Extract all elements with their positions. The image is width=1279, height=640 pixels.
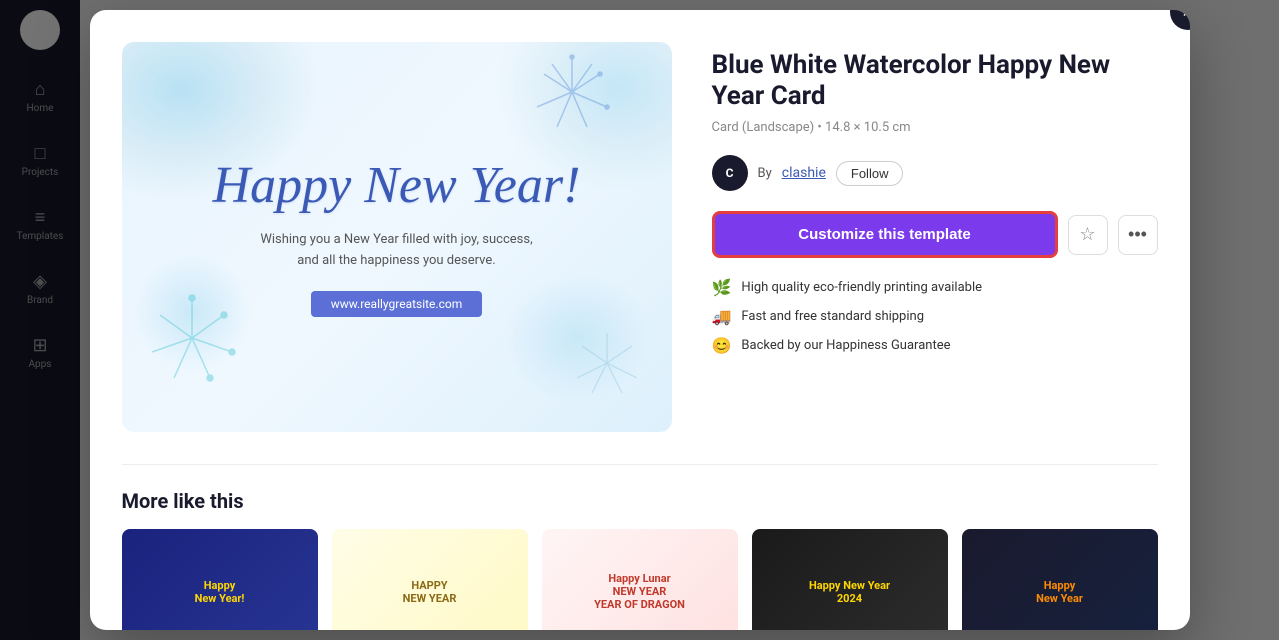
thumbnail-4[interactable]: Happy New Year2024 <box>752 529 948 630</box>
card-content: Happy New Year! Wishing you a New Year f… <box>193 137 601 338</box>
thumbnail-2-label: HAPPYNEW YEAR <box>395 571 465 613</box>
modal-close-button[interactable]: × <box>1170 10 1190 30</box>
info-panel: Blue White Watercolor Happy New Year Car… <box>712 42 1158 432</box>
thumbnail-1-label: HappyNew Year! <box>187 571 253 613</box>
feature-shipping: 🚚 Fast and free standard shipping <box>712 307 1158 326</box>
template-title: Blue White Watercolor Happy New Year Car… <box>712 50 1158 112</box>
thumbnail-4-label: Happy New Year2024 <box>801 571 898 613</box>
more-title: More like this <box>122 489 1158 513</box>
thumbnail-3[interactable]: Happy LunarNEW YEARYEAR OF DRAGON <box>542 529 738 630</box>
author-name-link[interactable]: clashie <box>782 165 826 181</box>
guarantee-icon: 😊 <box>712 336 732 355</box>
more-options-button[interactable]: ••• <box>1118 215 1158 255</box>
features-list: 🌿 High quality eco-friendly printing ava… <box>712 278 1158 355</box>
feature-guarantee: 😊 Backed by our Happiness Guarantee <box>712 336 1158 355</box>
more-section: More like this HappyNew Year! HAPPYNEW Y… <box>122 464 1158 630</box>
customize-row: Customize this template ☆ ••• <box>712 211 1158 258</box>
feature-printing-label: High quality eco-friendly printing avail… <box>741 280 982 295</box>
card-subtitle: Wishing you a New Year filled with joy, … <box>213 230 581 272</box>
template-modal: × <box>90 10 1190 630</box>
follow-button[interactable]: Follow <box>836 161 904 186</box>
firework-bottom-right <box>572 328 642 402</box>
thumbnail-3-label: Happy LunarNEW YEARYEAR OF DRAGON <box>586 564 693 619</box>
modal-overlay: × <box>0 0 1279 640</box>
thumbnail-1[interactable]: HappyNew Year! <box>122 529 318 630</box>
firework-top-right <box>532 52 612 136</box>
feature-guarantee-label: Backed by our Happiness Guarantee <box>741 338 950 353</box>
thumbnails-row: HappyNew Year! HAPPYNEW YEAR Happy Lunar… <box>122 529 1158 630</box>
thumbnail-5[interactable]: HappyNew Year <box>962 529 1158 630</box>
thumbnail-2[interactable]: HAPPYNEW YEAR <box>332 529 528 630</box>
modal-top-section: Happy New Year! Wishing you a New Year f… <box>122 42 1158 432</box>
by-label: By <box>758 166 772 181</box>
feature-printing: 🌿 High quality eco-friendly printing ava… <box>712 278 1158 297</box>
card-url: www.reallygreatsite.com <box>311 291 483 317</box>
card-main-text: Happy New Year! <box>213 157 581 214</box>
feature-shipping-label: Fast and free standard shipping <box>741 309 924 324</box>
shipping-icon: 🚚 <box>712 307 732 326</box>
customize-template-button[interactable]: Customize this template <box>712 211 1058 258</box>
favorite-button[interactable]: ☆ <box>1068 215 1108 255</box>
template-meta: Card (Landscape) • 14.8 × 10.5 cm <box>712 120 1158 135</box>
card-preview: Happy New Year! Wishing you a New Year f… <box>122 42 672 432</box>
author-avatar: C <box>712 155 748 191</box>
author-row: C By clashie Follow <box>712 155 1158 191</box>
printing-icon: 🌿 <box>712 278 732 297</box>
thumbnail-5-label: HappyNew Year <box>1028 571 1091 613</box>
